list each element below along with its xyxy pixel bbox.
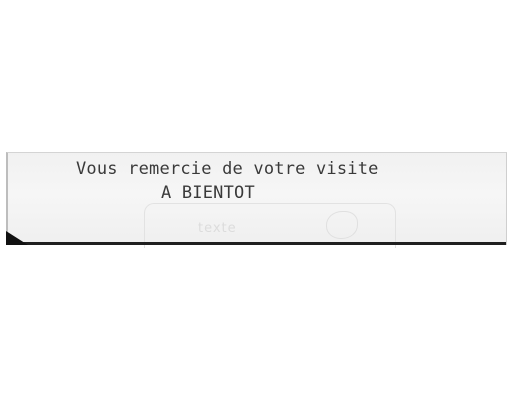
faint-logo-swirl — [326, 211, 358, 239]
faint-stamp-text: texte — [198, 221, 237, 236]
receipt-goodbye-line: A BIENTOT — [161, 183, 255, 203]
receipt-bottom-edge — [8, 242, 506, 245]
receipt-torn-corner — [6, 231, 28, 245]
receipt-strip: texte Vous remercie de votre visite A BI… — [6, 152, 507, 248]
receipt-thank-you-line: Vous remercie de votre visite — [76, 159, 379, 179]
